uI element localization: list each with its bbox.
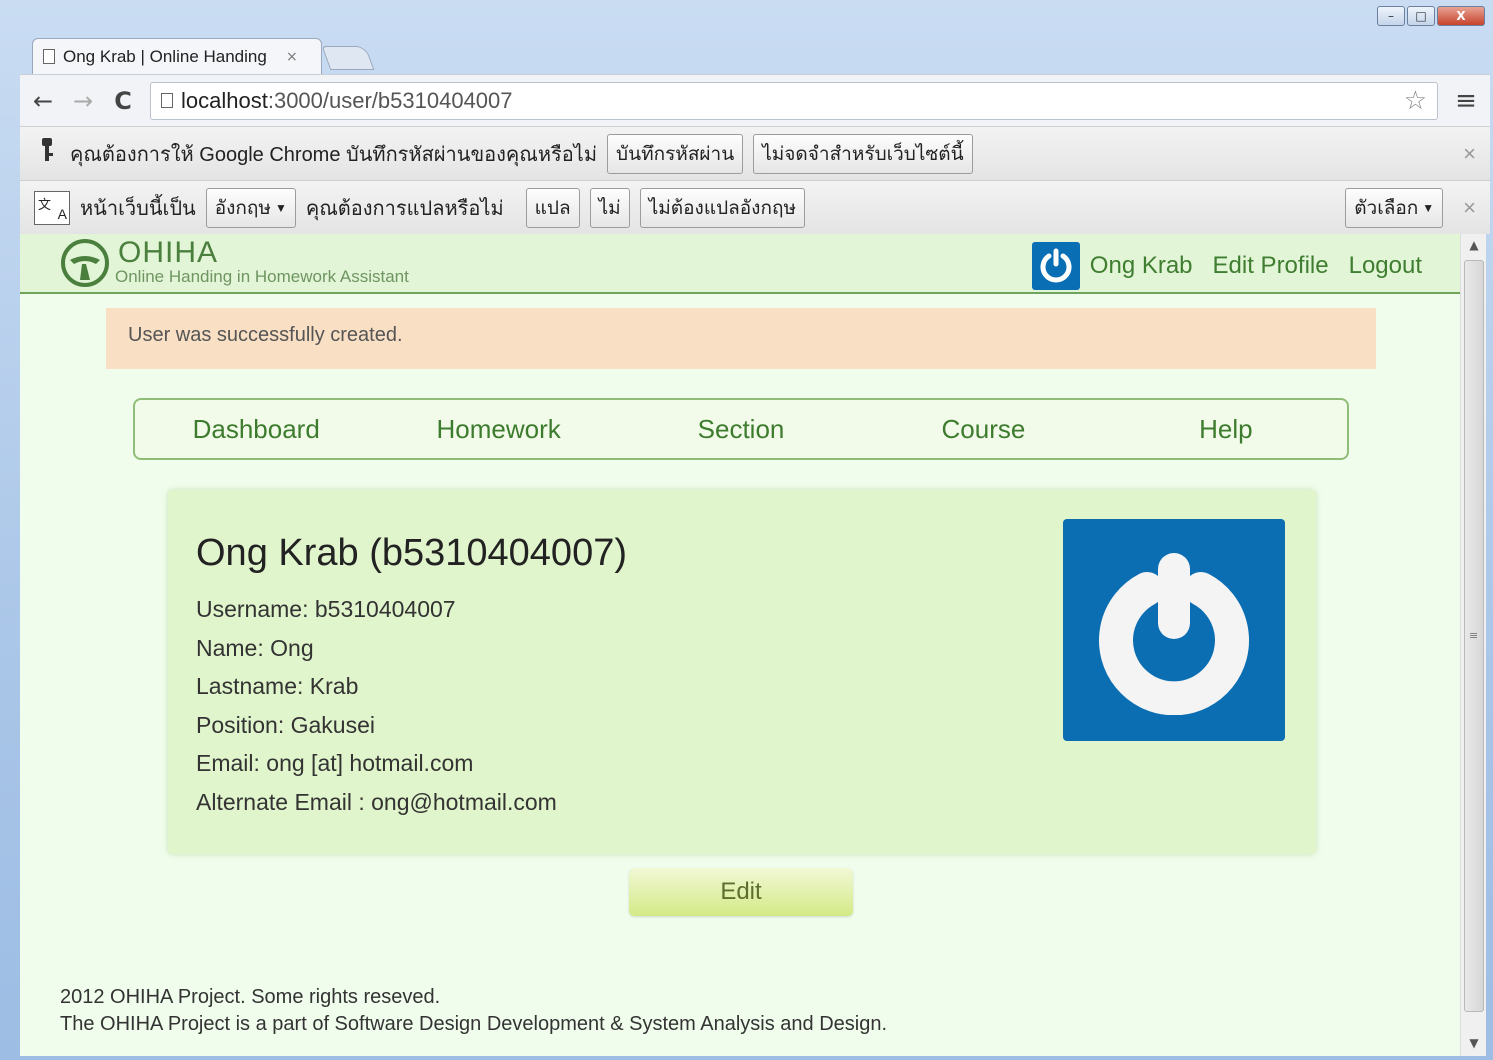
footer-copyright: 2012 OHIHA Project. Some rights reseved.: [60, 986, 441, 1008]
user-menu: Ong Krab Edit Profile Logout: [1031, 242, 1422, 290]
page-language-label: หน้าเว็บนี้เป็น: [80, 197, 196, 220]
logo-title[interactable]: OHIHA: [118, 236, 218, 270]
translate-infobar: 文A หน้าเว็บนี้เป็น อังกฤษ ▼ คุณต้องการแปล…: [20, 180, 1490, 234]
tab-strip: Ong Krab | Online Handing ×: [20, 36, 1490, 76]
edit-button[interactable]: Edit: [629, 868, 853, 916]
page-viewport: OHIHA Online Handing in Homework Assista…: [20, 234, 1460, 1056]
flash-message: User was successfully created.: [106, 308, 1376, 369]
new-tab-button[interactable]: [321, 46, 375, 70]
back-icon[interactable]: ←: [30, 87, 56, 115]
profile-username: Username: b5310404007: [196, 596, 456, 622]
site-header: OHIHA Online Handing in Homework Assista…: [20, 234, 1460, 294]
key-icon: [34, 137, 60, 170]
scroll-up-icon[interactable]: ▲: [1461, 238, 1487, 252]
profile-avatar: [1063, 519, 1285, 741]
power-icon: [1040, 248, 1072, 283]
logo-subtitle: Online Handing in Homework Assistant: [115, 267, 409, 286]
nav-dashboard[interactable]: Dashboard: [135, 414, 377, 445]
profile-heading: Ong Krab (b5310404007): [196, 532, 627, 574]
footer-description: The OHIHA Project is a part of Software …: [60, 1013, 888, 1035]
translate-button[interactable]: แปล: [525, 187, 580, 228]
page-icon: [43, 49, 55, 64]
profile-position: Position: Gakusei: [196, 711, 375, 738]
close-icon[interactable]: ×: [1463, 195, 1476, 221]
close-window-button[interactable]: X: [1437, 6, 1485, 26]
maximize-button[interactable]: □: [1407, 6, 1435, 26]
browser-window: – □ X Ong Krab | Online Handing × ← → C …: [0, 0, 1493, 1060]
avatar[interactable]: [1031, 242, 1080, 290]
nav-section[interactable]: Section: [620, 414, 862, 445]
edit-profile-link[interactable]: Edit Profile: [1213, 252, 1329, 280]
logout-link[interactable]: Logout: [1349, 252, 1422, 280]
profile-card: Ong Krab (b5310404007) Username: b531040…: [168, 490, 1316, 854]
never-translate-button[interactable]: ไม่ต้องแปลอังกฤษ: [639, 187, 805, 228]
caret-down-icon: ▼: [1422, 200, 1435, 215]
profile-lastname: Lastname: Krab: [196, 673, 359, 700]
bookmark-star-icon[interactable]: ☆: [1404, 86, 1427, 116]
translate-icon: 文A: [34, 190, 70, 225]
browser-toolbar: ← → C localhost:3000/user/b5310404007 ☆ …: [20, 74, 1490, 126]
translate-options-button[interactable]: ตัวเลือก ▼: [1345, 187, 1444, 228]
save-password-infobar: คุณต้องการให้ Google Chrome บันทึกรหัสผ่…: [20, 126, 1490, 180]
forward-icon[interactable]: →: [70, 87, 96, 115]
profile-name: Name: Ong: [196, 634, 314, 661]
profile-email: Email: ong [at] hotmail.com: [196, 750, 474, 777]
browser-tab-active[interactable]: Ong Krab | Online Handing ×: [32, 38, 322, 74]
ohiha-logo-icon: [61, 239, 109, 287]
nav-course[interactable]: Course: [862, 414, 1104, 445]
url-text: localhost:3000/user/b5310404007: [181, 87, 513, 113]
nav-help[interactable]: Help: [1105, 414, 1347, 445]
save-password-button[interactable]: บันทึกรหัสผ่าน: [607, 133, 744, 174]
tab-title: Ong Krab | Online Handing: [63, 46, 267, 66]
caret-down-icon: ▼: [274, 200, 287, 215]
close-icon[interactable]: ×: [1463, 141, 1476, 167]
minimize-button[interactable]: –: [1377, 6, 1405, 26]
nav-homework[interactable]: Homework: [377, 414, 619, 445]
chrome-menu-icon[interactable]: ≡: [1452, 86, 1480, 116]
reload-icon[interactable]: C: [110, 87, 136, 115]
password-message: คุณต้องการให้ Google Chrome บันทึกรหัสผ่…: [70, 143, 598, 166]
no-translate-button[interactable]: ไม่: [589, 187, 630, 228]
user-name-link[interactable]: Ong Krab: [1090, 252, 1193, 280]
scroll-down-icon[interactable]: ▼: [1461, 1036, 1487, 1050]
page-scrollbar[interactable]: ▲ ≡ ▼: [1460, 234, 1486, 1056]
power-icon: [1099, 553, 1249, 715]
profile-alternate-email: Alternate Email : ong@hotmail.com: [196, 788, 557, 815]
window-controls: – □ X: [1377, 6, 1485, 26]
profile-details: Username: b5310404007 Name: Ong Lastname…: [196, 594, 557, 826]
never-save-password-button[interactable]: ไม่จดจำสำหรับเว็บไซต์นี้: [753, 133, 973, 174]
address-bar[interactable]: localhost:3000/user/b5310404007 ☆: [150, 81, 1438, 120]
translate-question: คุณต้องการแปลหรือไม่: [305, 197, 504, 220]
language-select[interactable]: อังกฤษ ▼: [205, 187, 296, 228]
tab-close-icon[interactable]: ×: [286, 49, 298, 65]
page-icon: [161, 93, 173, 108]
grip-icon: ≡: [1469, 629, 1479, 642]
footer: 2012 OHIHA Project. Some rights reseved.…: [60, 984, 887, 1038]
main-nav: Dashboard Homework Section Course Help: [133, 398, 1349, 460]
